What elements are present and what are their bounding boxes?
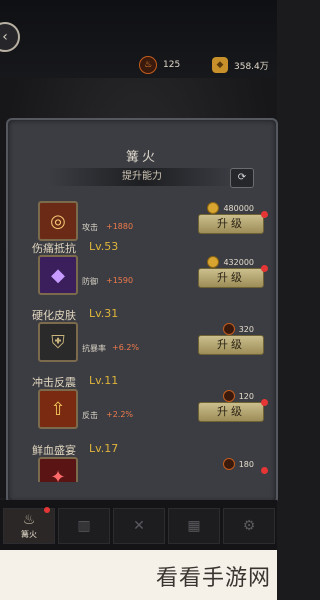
top-status-bar: ‹ ♨ 125 ◆ 358.4万 — [0, 0, 277, 78]
upgrade-card-blood-feast: 鲜血盛宴 Lv.17 ✦ 180 — [32, 442, 268, 482]
bonfire-panel: 篝火 提升能力 ⟳ ◎ 攻击 +1880 480000 升级 伤痛抵抗 Lv.5… — [6, 118, 278, 504]
upgrade-cost: 180 — [222, 458, 254, 470]
chevron-left-icon: ‹ — [2, 29, 8, 45]
ember-coin-icon — [222, 323, 235, 335]
watermark-bar: 看看手游网 — [0, 550, 277, 600]
cost-value: 320 — [238, 324, 254, 334]
tab-bonfire[interactable]: ♨ 篝火 — [3, 507, 55, 544]
tab-label: 篝火 — [21, 530, 37, 539]
panel-title: 篝火 — [125, 150, 158, 165]
cost-value: 480000 — [223, 203, 254, 213]
back-button[interactable]: ‹ — [0, 22, 20, 52]
notification-dot — [261, 211, 268, 218]
ember-icon: ♨ — [139, 56, 157, 74]
stat-value: +1590 — [106, 276, 134, 285]
card-name: 伤痛抵抗 — [32, 242, 76, 255]
card-name: 鲜血盛宴 — [32, 444, 76, 457]
cost-value: 120 — [238, 391, 254, 401]
blood-icon: ✦ — [38, 457, 78, 482]
tab-5[interactable]: ⚙ — [223, 508, 275, 544]
upgrade-button[interactable]: 升级 — [198, 214, 264, 234]
upgrade-cost: 432000 — [207, 256, 254, 268]
tab-4[interactable]: ▦ — [168, 508, 220, 544]
watermark-text: 看看手游网 — [155, 566, 271, 591]
stat-label: 攻击 — [82, 223, 98, 232]
stat-label: 防御 — [82, 277, 98, 286]
notification-dot — [261, 467, 268, 474]
shield-icon: ⛨ — [38, 322, 78, 362]
tab-2[interactable]: ▥ — [58, 508, 110, 544]
panel-subtitle: 提升能力 — [48, 168, 236, 186]
card-level: Lv.11 — [89, 374, 119, 387]
tab-3[interactable]: ✕ — [113, 508, 165, 544]
ember-resource: ♨ 125 — [139, 56, 180, 74]
refresh-icon: ⟳ — [237, 172, 247, 183]
upgrade-cost: 120 — [222, 390, 254, 402]
bonfire-icon: ♨ — [22, 512, 36, 528]
card-name: 冲击反震 — [32, 376, 76, 389]
crossed-swords-icon: ✕ — [133, 518, 145, 534]
cost-value: 180 — [238, 459, 254, 469]
upgrade-card-hardened-skin: 硬化皮肤 Lv.31 ⛨ 抗暴率 +6.2% 320 升级 — [32, 307, 268, 367]
gold-coin-icon — [207, 202, 220, 214]
ember-count: 125 — [163, 60, 181, 70]
notification-dot — [261, 265, 268, 272]
arrow-up-icon: ⇧ — [38, 389, 78, 429]
gold-count: 358.4万 — [234, 61, 269, 72]
upgrade-button[interactable]: 升级 — [198, 402, 264, 422]
upgrade-button[interactable]: 升级 — [198, 335, 264, 355]
crystal-icon: ◆ — [38, 255, 78, 295]
gear-icon: ⚙ — [242, 518, 256, 534]
ember-coin-icon — [222, 390, 235, 402]
target-icon: ◎ — [38, 201, 78, 241]
card-level: Lv.31 — [89, 307, 119, 320]
upgrade-button[interactable]: 升级 — [198, 268, 264, 288]
cost-value: 432000 — [223, 257, 254, 267]
gold-icon: ◆ — [212, 57, 228, 73]
notification-dot — [261, 399, 268, 406]
refresh-button[interactable]: ⟳ — [230, 168, 254, 188]
stat-value: +2.2% — [106, 410, 134, 419]
stat-label: 反击 — [82, 411, 98, 420]
stat-value: +6.2% — [112, 343, 140, 352]
card-level: Lv.17 — [89, 442, 119, 455]
upgrade-card-attack: ◎ 攻击 +1880 480000 升级 — [32, 186, 268, 246]
ember-coin-icon — [222, 458, 235, 470]
card-level: Lv.53 — [89, 240, 119, 253]
gold-resource: ◆ 358.4万 — [212, 56, 269, 74]
card-name: 硬化皮肤 — [32, 309, 76, 322]
stat-label: 抗暴率 — [82, 344, 106, 353]
gold-coin-icon — [207, 256, 220, 268]
upgrade-cost: 480000 — [207, 202, 254, 214]
notification-dot — [44, 507, 50, 513]
stat-value: +1880 — [106, 222, 134, 231]
upgrade-card-pain-resist: 伤痛抵抗 Lv.53 ◆ 防御 +1590 432000 升级 — [32, 240, 268, 300]
upgrade-cost: 320 — [222, 323, 254, 335]
bottom-tab-bar: ♨ 篝火 ▥ ✕ ▦ ⚙ — [0, 500, 277, 550]
upgrade-card-impact-rebound: 冲击反震 Lv.11 ⇧ 反击 +2.2% 120 升级 — [32, 374, 268, 434]
book-icon: ▦ — [187, 518, 201, 534]
grid-icon: ▥ — [77, 518, 91, 534]
